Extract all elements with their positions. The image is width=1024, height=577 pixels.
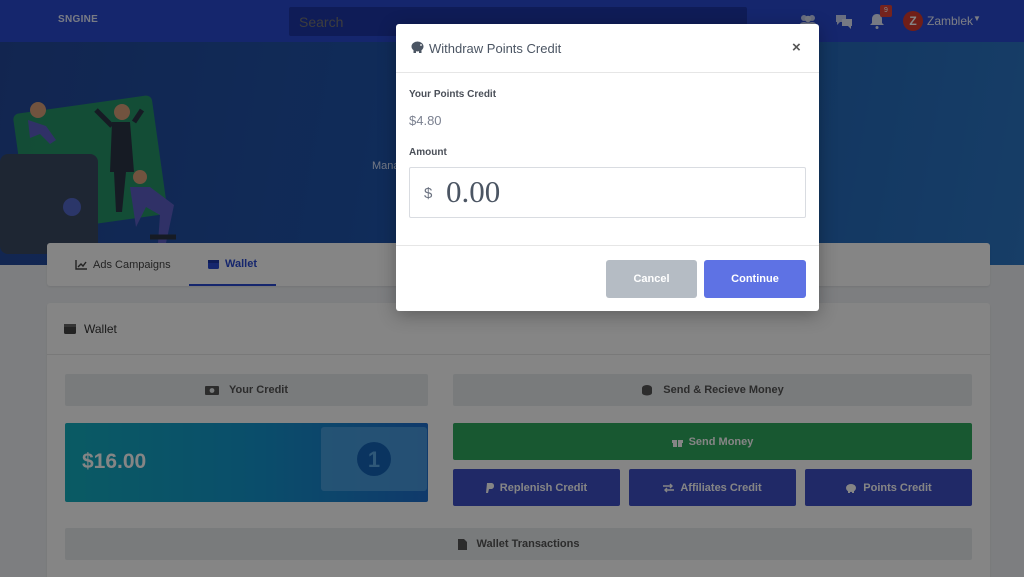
amount-input[interactable] [446,174,786,210]
modal-title: Withdraw Points Credit [429,41,562,56]
currency-symbol: $ [424,185,433,202]
amount-input-group: $ [409,167,806,218]
points-credit-value: $4.80 [409,113,442,128]
points-credit-label: Your Points Credit [409,89,497,100]
modal-header: Withdraw Points Credit × [396,24,819,73]
close-icon[interactable]: × [792,39,801,56]
withdraw-points-modal: Withdraw Points Credit × Your Points Cre… [396,24,819,311]
amount-label: Amount [409,147,447,158]
piggy-bank-icon [411,41,424,53]
modal-footer: Cancel Continue [396,245,819,311]
continue-button[interactable]: Continue [704,260,806,298]
cancel-button[interactable]: Cancel [606,260,697,298]
